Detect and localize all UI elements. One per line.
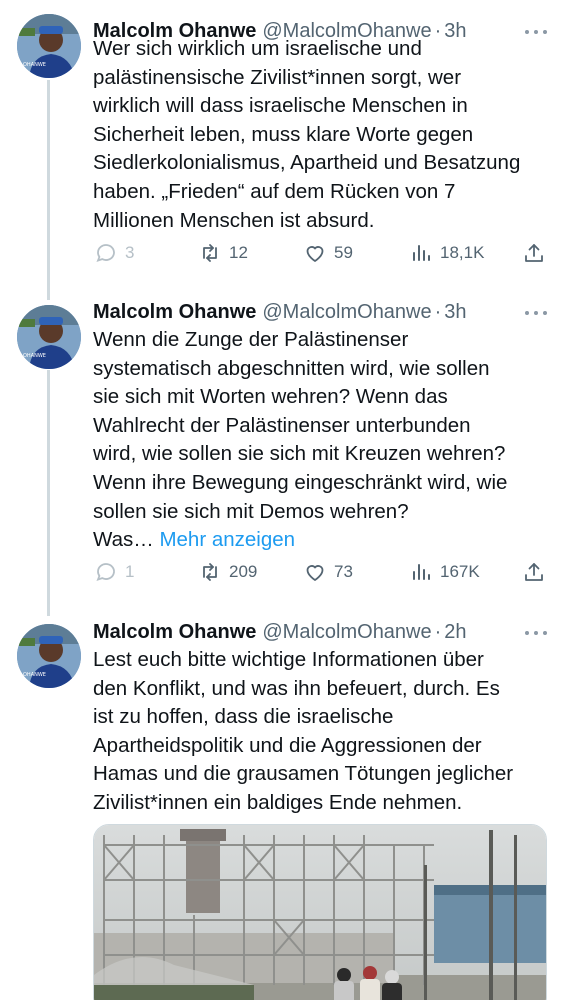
tweet-text-line: Sicherheit leben, muss klare Worte gegen (93, 122, 474, 146)
reply-count: 1 (125, 562, 135, 581)
tweet-text: Wenn die Zunge der Palästinenser systema… (93, 326, 553, 555)
tweet-text-line: Wahlrecht der Palästinenser unterbunden (93, 413, 471, 437)
share-button[interactable] (522, 240, 546, 266)
tweet-header: Malcolm Ohanwe @MalcolmOhanwe · 3h (93, 297, 467, 327)
tweet-text-line: systematisch abgeschnitten wird, wie sol… (93, 356, 490, 380)
more-dots-icon[interactable] (525, 623, 547, 643)
tweet-text-line: Siedlerkolonialismus, Apartheid und Besa… (93, 151, 521, 175)
like-count: 59 (334, 243, 353, 262)
tweet-text: Wer sich wirklich um israelische und pal… (93, 35, 553, 235)
views-count: 167K (440, 562, 480, 581)
timestamp[interactable]: 3h (444, 301, 466, 324)
separator: · (434, 300, 442, 323)
reply-button[interactable]: 1 (94, 559, 134, 585)
retweet-button[interactable]: 12 (198, 240, 248, 266)
heart-icon (306, 246, 324, 263)
avatar-image: OHANWE (17, 305, 81, 369)
tweet-text-line: Zivilist*innen ein baldiges Ende nehmen. (93, 790, 463, 814)
author-name[interactable]: Malcolm Ohanwe (93, 621, 256, 644)
retweet-icon (203, 244, 217, 262)
tweet[interactable]: OHANWE Malcolm Ohanwe @MalcolmOhanwe · 3… (0, 8, 565, 293)
protest-photo (94, 825, 546, 1000)
tweet-text-line: den Konflikt, und was ihn befeuert, durc… (93, 676, 500, 700)
like-button[interactable]: 59 (303, 240, 353, 266)
tweet-actions: 3 12 59 18,1K (0, 240, 565, 266)
reply-icon (96, 563, 115, 581)
author-handle[interactable]: @MalcolmOhanwe (262, 301, 431, 324)
truncated-text: Was… (93, 528, 154, 552)
share-icon (525, 244, 543, 262)
reply-button[interactable]: 3 (94, 240, 134, 266)
more-dots-icon[interactable] (525, 303, 547, 323)
avatar[interactable]: OHANWE (17, 305, 81, 369)
author-handle[interactable]: @MalcolmOhanwe (262, 621, 431, 644)
tweet-text-line: Hamas und die grausamen Tötungen jeglich… (93, 762, 514, 786)
tweet-header: Malcolm Ohanwe @MalcolmOhanwe · 2h (93, 617, 467, 647)
author-name[interactable]: Malcolm Ohanwe (93, 301, 256, 324)
tweet[interactable]: OHANWE Malcolm Ohanwe @MalcolmOhanwe · 3… (0, 296, 565, 606)
reply-count: 3 (125, 243, 135, 262)
show-more-link[interactable]: Mehr anzeigen (159, 528, 295, 551)
tweet-actions: 1 209 73 167K (0, 559, 565, 585)
tweet-text-line: ist zu hoffen, dass die israelische (93, 705, 394, 729)
heart-icon (306, 565, 324, 582)
separator: · (434, 620, 442, 643)
share-icon (525, 563, 543, 581)
tweet-media-image[interactable] (93, 824, 547, 1000)
tweet-text-line: wird, wie sollen sie sich mit Kreuzen we… (93, 442, 506, 466)
retweet-count: 12 (229, 243, 248, 262)
tweet-text-line: palästinensische Zivilist*innen sorgt, w… (93, 65, 462, 89)
avatar-image: OHANWE (17, 14, 81, 78)
like-button[interactable]: 73 (303, 559, 353, 585)
views-icon (413, 245, 430, 261)
tweet-text-line: Millionen Menschen ist absurd. (93, 208, 375, 232)
tweet-text-line: Was… Mehr anzeigen (93, 526, 553, 555)
avatar[interactable]: OHANWE (17, 14, 81, 78)
views-button[interactable]: 18,1K (409, 240, 484, 266)
timestamp[interactable]: 2h (444, 621, 466, 644)
views-button[interactable]: 167K (409, 559, 480, 585)
tweet-text-line: Wer sich wirklich um israelische und (93, 37, 422, 60)
tweet-text: Lest euch bitte wichtige Informationen ü… (93, 646, 553, 818)
tweet-text-line: sollen sie sich mit Demos wehren? (93, 499, 409, 523)
share-button[interactable] (522, 559, 546, 585)
views-icon (413, 564, 430, 580)
tweet-text-line: haben. „Frieden“ auf dem Rücken von 7 (93, 179, 456, 203)
reply-icon (96, 244, 115, 262)
retweet-button[interactable]: 209 (198, 559, 257, 585)
retweet-count: 209 (229, 562, 258, 581)
tweet-text-line: sie sich mit Worten wehren? Wenn das (93, 385, 448, 409)
views-count: 18,1K (440, 243, 485, 262)
svg-text:OHANWE: OHANWE (23, 672, 46, 678)
tweet-text-line: Wenn ihre Bewegung eingeschränkt wird, w… (93, 470, 508, 494)
avatar-image: OHANWE (17, 624, 81, 688)
svg-text:OHANWE: OHANWE (23, 62, 46, 68)
svg-text:OHANWE: OHANWE (23, 353, 46, 359)
tweet-text-line: Apartheidspolitik und die Aggressionen d… (93, 733, 482, 757)
tweet-text-line: Wenn die Zunge der Palästinenser (93, 328, 409, 351)
retweet-icon (203, 563, 217, 581)
tweet-text-line: wirklich will dass israelische Menschen … (93, 94, 468, 118)
like-count: 73 (334, 562, 353, 581)
avatar[interactable]: OHANWE (17, 624, 81, 688)
tweet-text-line: Lest euch bitte wichtige Informationen ü… (93, 648, 484, 671)
